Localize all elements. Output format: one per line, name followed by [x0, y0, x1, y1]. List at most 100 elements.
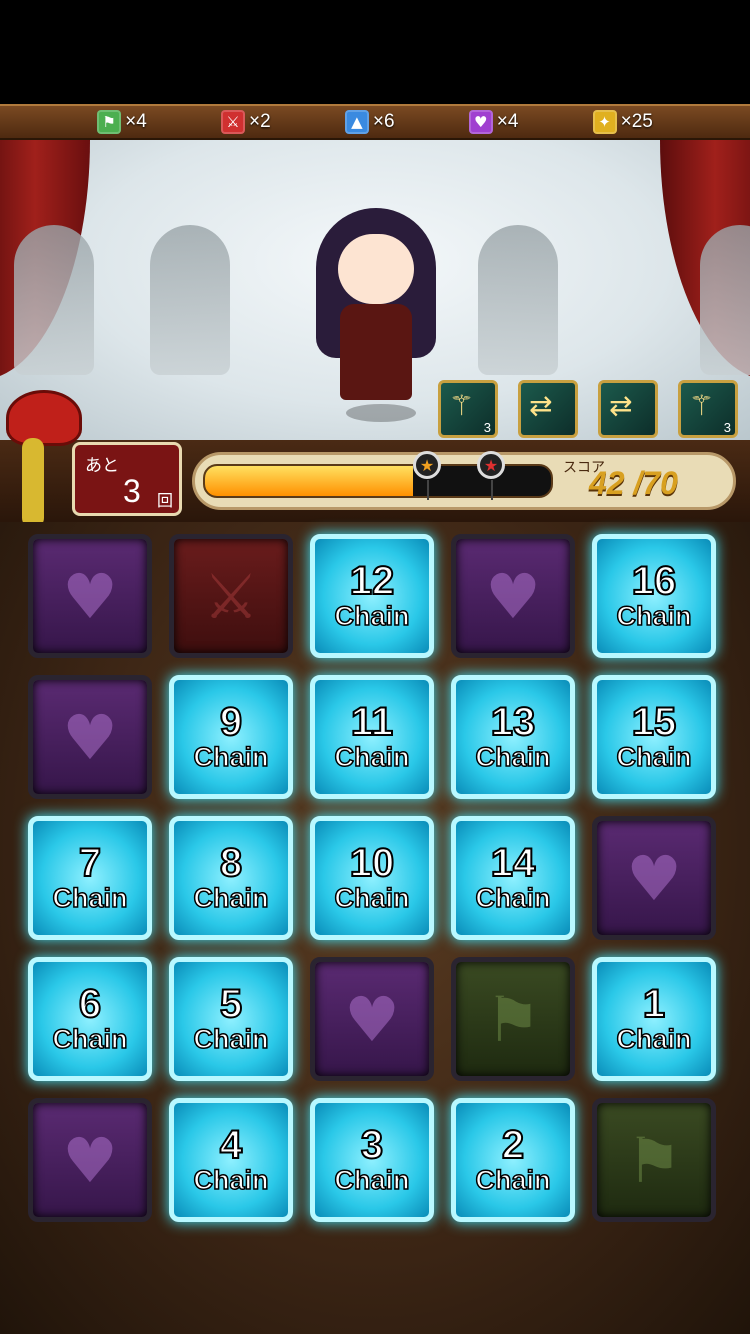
chain-label: Chain: [52, 882, 129, 914]
red-sword-gem-icon: ⚔: [220, 110, 245, 134]
resource-item: ⚔ ×2: [220, 110, 271, 134]
chain-tile[interactable]: 9 Chain: [169, 675, 293, 799]
chain-tile[interactable]: 1 Chain: [592, 957, 716, 1081]
audience-silhouette: [14, 225, 94, 375]
resource-count: ×2: [248, 111, 271, 132]
purple-heart-gem-icon: ♥: [468, 110, 493, 134]
resource-item: ▲ ×6: [344, 110, 395, 134]
chain-label: Chain: [193, 882, 270, 914]
chain-label: Chain: [616, 741, 693, 773]
chain-number: 3: [360, 1123, 384, 1167]
heart-tile[interactable]: ♥: [28, 1098, 152, 1222]
chain-tile[interactable]: 13 Chain: [451, 675, 575, 799]
audience-silhouette: [150, 225, 230, 375]
gold-star-gem-icon: ✦: [592, 110, 617, 134]
heart-icon: ♥: [62, 1123, 118, 1197]
wand-skill-icon[interactable]: ⚚ 3: [438, 380, 498, 438]
chain-tile[interactable]: 5 Chain: [169, 957, 293, 1081]
chain-label: Chain: [334, 882, 411, 914]
sword-icon: ⚔: [203, 559, 259, 633]
heart-tile[interactable]: ♥: [310, 957, 434, 1081]
convert-skill-icon[interactable]: ⇄: [518, 380, 578, 438]
chain-label: Chain: [193, 1164, 270, 1196]
chain-tile[interactable]: 8 Chain: [169, 816, 293, 940]
chain-label: Chain: [334, 741, 411, 773]
chain-number: 8: [219, 841, 243, 885]
game-board: ♥ ⚔ 12 Chain ♥ 16 Chain ♥ 9 Chain 11 Chain 13 Chain 15…: [0, 522, 750, 1334]
player-character: [316, 208, 436, 428]
resource-count: ×4: [496, 111, 519, 132]
flag-icon: ⚑: [626, 1123, 682, 1197]
heart-tile[interactable]: ♥: [28, 675, 152, 799]
skill-level: 3: [483, 420, 491, 435]
red-star-milestone-icon: ★: [477, 451, 505, 500]
resource-count: ×6: [372, 111, 395, 132]
chain-label: Chain: [193, 1023, 270, 1055]
score-gauge: ★ ★ スコア 42 /70: [192, 451, 736, 510]
heart-icon: ♥: [344, 982, 400, 1056]
heart-icon: ♥: [62, 559, 118, 633]
tile-grid: ♥ ⚔ 12 Chain ♥ 16 Chain ♥ 9 Chain 11 Chain 13 Chain 15…: [22, 528, 728, 1234]
green-gem-icon: ⚑: [97, 110, 122, 134]
chain-number: 9: [219, 700, 243, 744]
audience-silhouette: [700, 225, 750, 375]
moves-count: 3: [123, 473, 141, 509]
resource-item: ♥ ×4: [468, 110, 519, 134]
flag-tile[interactable]: ⚑: [451, 957, 575, 1081]
heart-icon: ♥: [62, 700, 118, 774]
chain-tile[interactable]: 2 Chain: [451, 1098, 575, 1222]
chain-tile[interactable]: 15 Chain: [592, 675, 716, 799]
chain-tile[interactable]: 7 Chain: [28, 816, 152, 940]
score-progress-fill: [205, 466, 413, 496]
moves-prefix: あと: [85, 456, 119, 476]
chain-number: 11: [350, 700, 394, 744]
heart-tile[interactable]: ♥: [592, 816, 716, 940]
chain-label: Chain: [52, 1023, 129, 1055]
chain-number: 12: [349, 559, 395, 603]
skill-bar: ⚚ 3 ⇄ ⇄ ⚚ 3: [438, 380, 738, 438]
resource-bar: ⚑ ×4 ⚔ ×2 ▲ ×6 ♥ ×4 ✦ ×25: [0, 104, 750, 140]
chain-label: Chain: [475, 741, 552, 773]
chain-tile[interactable]: 3 Chain: [310, 1098, 434, 1222]
chain-label: Chain: [193, 741, 270, 773]
score-value: 42 /70: [589, 465, 678, 501]
chain-tile[interactable]: 10 Chain: [310, 816, 434, 940]
moves-suffix: 回: [157, 491, 174, 510]
plant-mascot-icon: [0, 380, 82, 530]
flag-icon: ⚑: [485, 982, 541, 1056]
chain-number: 10: [349, 841, 395, 885]
chain-number: 13: [490, 700, 536, 744]
chain-number: 15: [631, 700, 677, 744]
sword-tile[interactable]: ⚔: [169, 534, 293, 658]
chain-tile[interactable]: 4 Chain: [169, 1098, 293, 1222]
resource-item: ✦ ×25: [592, 110, 653, 134]
chain-tile[interactable]: 14 Chain: [451, 816, 575, 940]
chain-number: 6: [78, 982, 102, 1026]
chain-label: Chain: [616, 600, 693, 632]
chain-tile[interactable]: 16 Chain: [592, 534, 716, 658]
chain-number: 16: [631, 559, 677, 603]
chain-tile[interactable]: 6 Chain: [28, 957, 152, 1081]
audience-silhouette: [478, 225, 558, 375]
wand-skill-icon[interactable]: ⚚ 3: [678, 380, 738, 438]
top-black-bar: [0, 0, 750, 104]
chain-number: 1: [642, 982, 666, 1026]
chain-number: 7: [78, 841, 102, 885]
flag-tile[interactable]: ⚑: [592, 1098, 716, 1222]
convert-skill-icon[interactable]: ⇄: [598, 380, 658, 438]
chain-number: 14: [490, 841, 536, 885]
heart-tile[interactable]: ♥: [451, 534, 575, 658]
chain-label: Chain: [475, 882, 552, 914]
chain-number: 4: [219, 1123, 243, 1167]
chain-tile[interactable]: 11 Chain: [310, 675, 434, 799]
heart-tile[interactable]: ♥: [28, 534, 152, 658]
chain-label: Chain: [334, 1164, 411, 1196]
resource-item: ⚑ ×4: [97, 110, 147, 134]
chain-label: Chain: [334, 600, 411, 632]
chain-tile[interactable]: 12 Chain: [310, 534, 434, 658]
gold-star-milestone-icon: ★: [413, 451, 441, 500]
chain-number: 5: [219, 982, 243, 1026]
heart-icon: ♥: [626, 841, 682, 915]
moves-remaining: あと 3 回: [72, 442, 182, 516]
chain-number: 2: [501, 1123, 525, 1167]
